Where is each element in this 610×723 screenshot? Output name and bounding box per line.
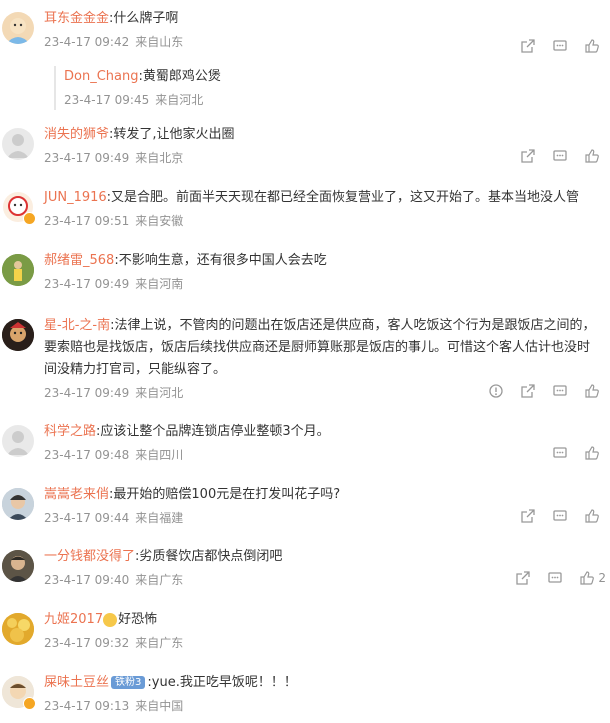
- comment-time: 23-4-17 09:49: [44, 277, 130, 291]
- reply-location: 来自河北: [155, 93, 204, 107]
- avatar[interactable]: [2, 613, 34, 645]
- comment-text: :法律上说，不管肉的问题出在饭店还是供应商，客人吃饭这个行为是跟饭店之间的，要索…: [44, 318, 596, 377]
- like-count: 2: [598, 571, 606, 585]
- comment-item: 郝绪雷_568:不影响生意，还有很多中国人会去吃 23-4-17 09:49 来自…: [0, 250, 610, 300]
- comment-text: :不影响生意，还有很多中国人会去吃: [114, 253, 327, 268]
- comment-time: 23-4-17 09:44: [44, 511, 130, 525]
- comment-location: 来自安徽: [135, 214, 184, 228]
- share-icon[interactable]: [520, 38, 536, 54]
- comment-time: 23-4-17 09:40: [44, 573, 130, 587]
- like-icon[interactable]: [579, 570, 595, 586]
- fan-badge: 铁粉3: [111, 676, 146, 689]
- verified-badge-icon: [23, 697, 36, 710]
- avatar[interactable]: [2, 319, 34, 351]
- scared-emoji-icon: [103, 612, 118, 627]
- comment-icon[interactable]: [552, 148, 568, 164]
- comment-text: :最开始的赔偿100元是在打发叫花子吗?: [109, 487, 341, 502]
- comment-username[interactable]: 一分钱都没得了: [44, 549, 135, 564]
- comment-location: 来自中国: [135, 699, 184, 713]
- comment-item: 一分钱都没得了:劣质餐饮店都快点倒闭吧 23-4-17 09:40 来自广东 2: [0, 546, 610, 596]
- comment-time: 23-4-17 09:13: [44, 699, 130, 713]
- reply-item: Don_Chang:黄蜀郎鸡公煲 23-4-17 09:45 来自河北: [54, 66, 221, 110]
- avatar[interactable]: [2, 676, 36, 710]
- comment-icon[interactable]: [552, 508, 568, 524]
- comment-item: 科学之路:应该让整个品牌连锁店停业整顿3个月。 23-4-17 09:48 来自四…: [0, 421, 610, 471]
- comment-username[interactable]: 郝绪雷_568: [44, 253, 114, 268]
- comment-location: 来自广东: [135, 573, 184, 587]
- comment-username[interactable]: 消失的狮爷: [44, 127, 109, 142]
- comment-text: :yue.我正吃早饭呢！！！: [147, 675, 297, 690]
- comment-location: 来自福建: [135, 511, 184, 525]
- comment-text: :又是合肥。前面半天天现在都已经全面恢复营业了，这又开始了。基本当地没人管: [106, 190, 580, 205]
- comment-username[interactable]: 九姬2017: [44, 612, 103, 627]
- comment-item: 嵩嵩老来俏:最开始的赔偿100元是在打发叫花子吗? 23-4-17 09:44 来…: [0, 484, 610, 534]
- comment-location: 来自山东: [135, 35, 184, 49]
- comment-username[interactable]: 星-北-之-南: [44, 318, 110, 333]
- comment-username[interactable]: JUN_1916: [44, 190, 107, 205]
- avatar[interactable]: [2, 488, 34, 520]
- like-icon[interactable]: [584, 445, 600, 461]
- comment-time: 23-4-17 09:49: [44, 151, 130, 165]
- comment-item: 消失的狮爷:转发了,让他家火出圈 23-4-17 09:49 来自北京: [0, 124, 610, 174]
- report-icon[interactable]: [488, 383, 504, 399]
- comment-time: 23-4-17 09:42: [44, 35, 130, 49]
- avatar[interactable]: [2, 12, 34, 44]
- comment-username[interactable]: 科学之路: [44, 424, 96, 439]
- comment-item: 九姬2017 好恐怖 23-4-17 09:32 来自广东: [0, 609, 610, 659]
- comment-text: :应该让整个品牌连锁店停业整顿3个月。: [96, 424, 330, 439]
- comment-item: 屎味土豆丝 铁粉3:yue.我正吃早饭呢！！！ 23-4-17 09:13 来自中国: [0, 672, 610, 722]
- avatar[interactable]: [2, 425, 34, 457]
- comment-location: 来自河南: [135, 277, 184, 291]
- reply-time: 23-4-17 09:45: [64, 93, 150, 107]
- comment-username[interactable]: 嵩嵩老来俏: [44, 487, 109, 502]
- comment-time: 23-4-17 09:51: [44, 214, 130, 228]
- share-icon[interactable]: [515, 570, 531, 586]
- avatar[interactable]: [2, 191, 36, 225]
- reply-text: :黄蜀郎鸡公煲: [138, 69, 221, 84]
- share-icon[interactable]: [520, 148, 536, 164]
- comment-icon[interactable]: [552, 445, 568, 461]
- comment-location: 来自北京: [135, 151, 184, 165]
- share-icon[interactable]: [520, 383, 536, 399]
- comment-location: 来自广东: [135, 636, 184, 650]
- avatar[interactable]: [2, 254, 34, 286]
- comment-item: 耳东金金金:什么牌子啊 23-4-17 09:42 来自山东 Don_Chang:…: [0, 8, 610, 113]
- comment-text: :劣质餐饮店都快点倒闭吧: [135, 549, 283, 564]
- like-icon[interactable]: [584, 38, 600, 54]
- comment-icon[interactable]: [552, 38, 568, 54]
- avatar[interactable]: [2, 550, 34, 582]
- share-icon[interactable]: [520, 508, 536, 524]
- like-icon[interactable]: [584, 508, 600, 524]
- comment-username[interactable]: 耳东金金金: [44, 11, 109, 26]
- like-icon[interactable]: [584, 148, 600, 164]
- reply-username[interactable]: Don_Chang: [64, 69, 138, 84]
- comment-time: 23-4-17 09:49: [44, 386, 130, 400]
- comment-username[interactable]: 屎味土豆丝: [44, 675, 109, 690]
- comment-item: 星-北-之-南:法律上说，不管肉的问题出在饭店还是供应商，客人吃饭这个行为是跟饭…: [0, 315, 610, 405]
- comment-icon[interactable]: [552, 383, 568, 399]
- avatar[interactable]: [2, 128, 34, 160]
- comment-location: 来自四川: [135, 448, 184, 462]
- comment-time: 23-4-17 09:48: [44, 448, 130, 462]
- like-icon[interactable]: [584, 383, 600, 399]
- comment-text: :什么牌子啊: [109, 11, 179, 26]
- comment-text: :转发了,让他家火出圈: [109, 127, 235, 142]
- comment-location: 来自河北: [135, 386, 184, 400]
- comment-time: 23-4-17 09:32: [44, 636, 130, 650]
- comment-text: 好恐怖: [118, 612, 158, 627]
- comment-icon[interactable]: [547, 570, 563, 586]
- verified-badge-icon: [23, 212, 36, 225]
- comment-item: JUN_1916:又是合肥。前面半天天现在都已经全面恢复营业了，这又开始了。基本…: [0, 187, 610, 237]
